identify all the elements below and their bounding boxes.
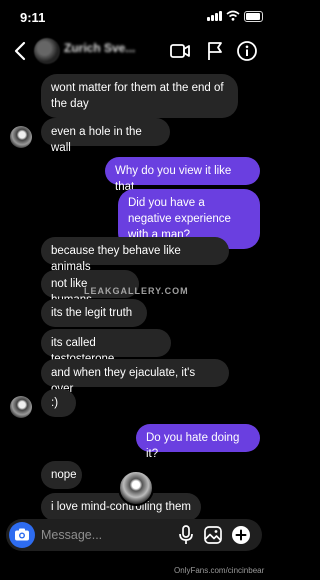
cellular-signal-icon [207,11,223,21]
sender-avatar[interactable] [10,396,32,418]
plus-icon[interactable] [230,524,252,546]
sender-avatar[interactable] [10,126,32,148]
outgoing-message[interactable]: Why do you view it like that [105,157,260,193]
incoming-message[interactable]: even a hole in the wall [41,118,170,154]
info-icon[interactable] [236,40,258,62]
header-avatar[interactable] [34,38,60,64]
wifi-icon [226,10,240,21]
video-call-icon[interactable] [169,40,191,62]
gallery-icon[interactable] [202,524,224,546]
incoming-message[interactable]: because they behave like animals [41,237,229,273]
floating-avatar[interactable] [118,470,154,506]
camera-icon [15,528,29,541]
incoming-message[interactable]: :) [41,389,76,417]
outgoing-message[interactable]: Do you hate doing it? [136,424,260,460]
incoming-message[interactable]: nope [41,461,82,489]
flag-icon[interactable] [204,40,226,62]
message-input[interactable] [41,522,161,548]
microphone-icon[interactable] [175,524,197,546]
watermark: LEAKGALLERY.COM [84,286,189,296]
back-icon[interactable] [10,40,32,62]
incoming-message[interactable]: its called testosterone [41,329,171,365]
battery-icon [244,11,263,22]
incoming-message[interactable]: its the legit truth [41,299,147,327]
footer-credit: OnlyFans.com/cincinbear [174,566,265,575]
incoming-message[interactable]: wont matter for them at the end of the d… [41,74,238,118]
header-username[interactable]: Zurich Sve... [64,41,135,55]
camera-button[interactable] [9,522,35,548]
incoming-message[interactable]: and when they ejaculate, it's over [41,359,229,395]
status-time: 9:11 [20,10,46,25]
